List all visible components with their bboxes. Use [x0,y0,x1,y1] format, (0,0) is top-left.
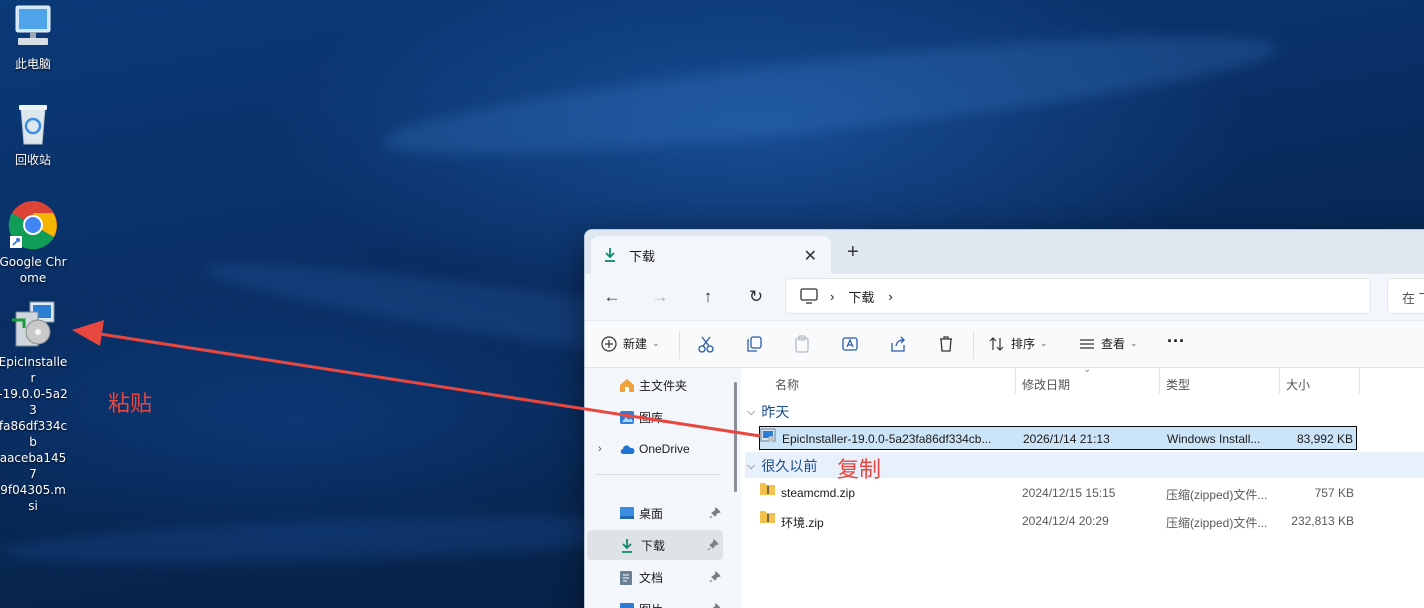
annotation-arrow [72,320,761,438]
